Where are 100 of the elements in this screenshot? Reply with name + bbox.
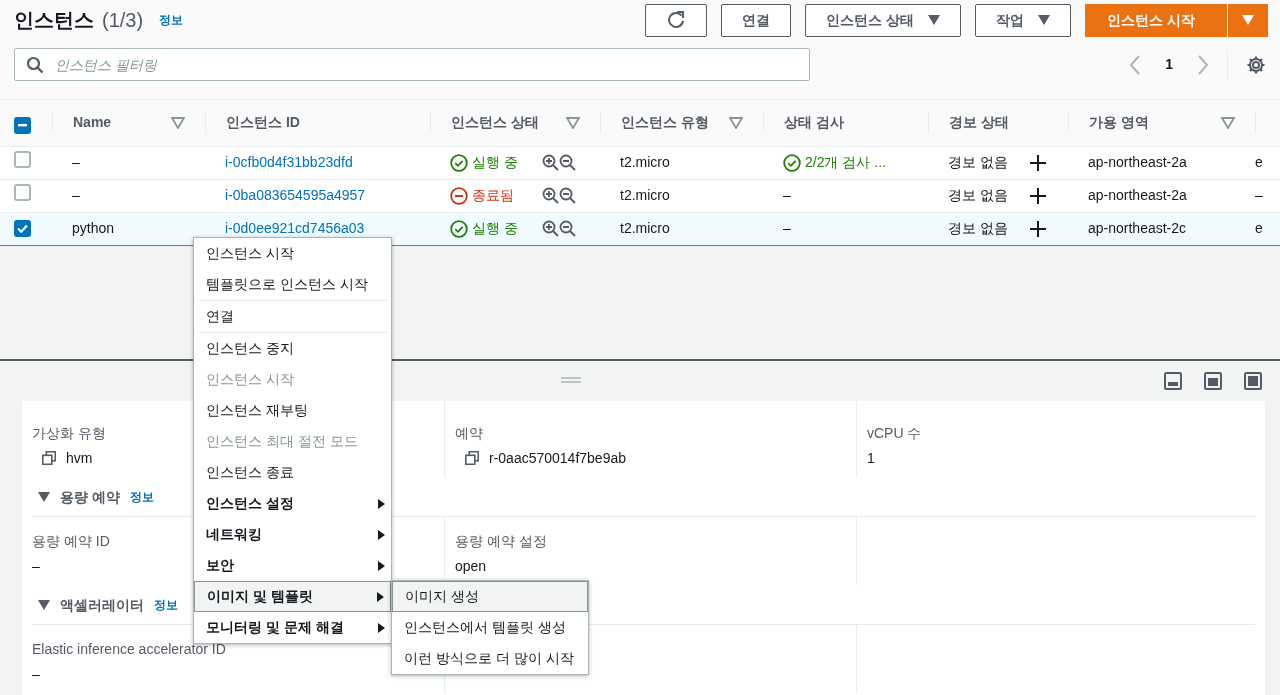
launch-dropdown-button[interactable] xyxy=(1227,3,1268,37)
plus-icon[interactable] xyxy=(1030,154,1046,171)
expand-triangle-icon[interactable] xyxy=(38,492,50,502)
field-value: – xyxy=(32,556,40,576)
column-header[interactable]: 가용 영역 xyxy=(1089,112,1149,134)
filter-field[interactable]: 인스턴스 필터링 xyxy=(14,48,810,81)
field-label: 예약 xyxy=(455,423,483,443)
field-label: 용량 예약 설정 xyxy=(455,531,547,551)
table-cell: e xyxy=(1255,220,1263,236)
plus-icon[interactable] xyxy=(1030,187,1046,204)
table-cell: t2.micro xyxy=(600,212,763,245)
refresh-button[interactable] xyxy=(645,3,708,37)
column-header[interactable]: 상태 검사 xyxy=(784,112,844,134)
select-all-checkbox[interactable] xyxy=(14,116,31,134)
menu-item[interactable]: 보안 xyxy=(194,550,391,581)
dropdown-button[interactable]: 작업 xyxy=(975,3,1072,37)
caret-icon xyxy=(1038,15,1051,25)
menu-item[interactable]: 네트워킹 xyxy=(194,519,391,550)
search-icon xyxy=(26,56,44,74)
field-value: – xyxy=(32,664,40,684)
table-cell: – xyxy=(52,146,205,179)
table-cell: python xyxy=(52,212,205,245)
menu-item[interactable]: 인스턴스 재부팅 xyxy=(194,395,391,426)
panel-full-icon[interactable] xyxy=(1244,371,1262,390)
sort-icon[interactable] xyxy=(566,116,580,129)
refresh-icon xyxy=(666,10,687,30)
table-cell: – xyxy=(52,179,205,212)
row-checkbox[interactable] xyxy=(14,220,31,237)
copy-icon[interactable] xyxy=(42,451,56,465)
menu-item[interactable]: 인스턴스에서 템플릿 생성 xyxy=(392,612,588,643)
minus-circle-icon xyxy=(450,186,468,205)
dropdown-button[interactable]: 인스턴스 상태 xyxy=(805,3,962,37)
menu-item[interactable]: 템플릿으로 인스턴스 시작 xyxy=(194,269,391,300)
expand-triangle-icon[interactable] xyxy=(38,600,50,610)
menu-item[interactable]: 이미지 및 템플릿 xyxy=(194,581,391,612)
menu-item[interactable]: 인스턴스 종료 xyxy=(194,457,391,488)
table-cell: ap-northeast-2a xyxy=(1068,179,1255,212)
table-cell: ap-northeast-2c xyxy=(1068,212,1255,245)
caret-icon xyxy=(928,15,941,25)
field-value: hvm xyxy=(66,448,93,468)
status-text: 실행 중 xyxy=(472,219,518,238)
info-link[interactable]: 정보 xyxy=(129,488,154,506)
settings-icon[interactable] xyxy=(1246,54,1266,75)
column-header[interactable]: Name xyxy=(73,112,112,134)
instance-id-link[interactable]: i-0cfb0d4f31bb23dfd xyxy=(205,146,430,179)
table-cell: – xyxy=(783,187,791,203)
zoom-out-icon[interactable] xyxy=(559,220,576,237)
field-value: r-0aac570014f7be9ab xyxy=(489,448,626,468)
field-value: open xyxy=(455,556,487,576)
zoom-out-icon[interactable] xyxy=(559,187,576,204)
check-circle-icon xyxy=(450,153,468,172)
zoom-in-icon[interactable] xyxy=(542,154,559,171)
drag-handle-icon[interactable] xyxy=(561,376,581,383)
sort-icon[interactable] xyxy=(171,116,185,129)
table-cell: t2.micro xyxy=(600,179,763,212)
menu-item[interactable]: 모니터링 및 문제 해결 xyxy=(194,612,391,643)
row-checkbox[interactable] xyxy=(14,151,31,168)
zoom-in-icon[interactable] xyxy=(542,187,559,204)
instance-count: (1/3) xyxy=(102,8,144,33)
zoom-out-icon[interactable] xyxy=(559,154,576,171)
submenu-arrow-icon xyxy=(378,560,385,571)
menu-item[interactable]: 이런 방식으로 더 많이 시작 xyxy=(392,643,588,674)
table-cell: t2.micro xyxy=(600,146,763,179)
sort-icon[interactable] xyxy=(1221,116,1235,129)
alarm-status-text: 경보 없음 xyxy=(948,186,1008,205)
menu-item[interactable]: 연결 xyxy=(194,301,391,332)
info-link[interactable]: 정보 xyxy=(159,11,184,29)
section-title[interactable]: 용량 예약 xyxy=(60,486,120,508)
panel-middle-icon[interactable] xyxy=(1204,371,1222,390)
panel-bottom-icon[interactable] xyxy=(1164,371,1182,390)
field-value: 1 xyxy=(867,448,875,468)
column-header[interactable]: 인스턴스 ID xyxy=(226,112,300,134)
field-label: 용량 예약 ID xyxy=(32,531,110,551)
status-text: 실행 중 xyxy=(472,153,518,172)
page-number[interactable]: 1 xyxy=(1141,54,1197,75)
page-title: 인스턴스 xyxy=(14,8,94,33)
plus-icon[interactable] xyxy=(1030,220,1046,237)
zoom-in-icon[interactable] xyxy=(542,220,559,237)
indeterminate-mark-icon xyxy=(18,123,27,127)
menu-item[interactable]: 인스턴스 중지 xyxy=(194,333,391,364)
section-title[interactable]: 액셀러레이터 xyxy=(60,594,144,616)
caret-icon xyxy=(1242,15,1254,25)
field-label: vCPU 수 xyxy=(867,423,922,443)
menu-item[interactable]: 인스턴스 시작 xyxy=(194,238,391,269)
sort-icon[interactable] xyxy=(729,116,743,129)
menu-item[interactable]: 인스턴스 설정 xyxy=(194,488,391,519)
submenu-arrow-icon xyxy=(378,498,385,509)
submenu-arrow-icon xyxy=(377,591,384,602)
field-label: 가상화 유형 xyxy=(32,423,106,443)
info-link[interactable]: 정보 xyxy=(154,596,178,614)
connect-button[interactable]: 연결 xyxy=(721,3,792,37)
menu-item[interactable]: 이미지 생성 xyxy=(392,581,588,612)
row-checkbox[interactable] xyxy=(14,184,31,201)
copy-icon[interactable] xyxy=(465,451,479,465)
alarm-status-text: 경보 없음 xyxy=(948,153,1008,172)
table-cell: – xyxy=(783,220,791,236)
alarm-status-text: 경보 없음 xyxy=(948,219,1008,238)
table-cell: – xyxy=(1255,187,1263,203)
status-text: 종료됨 xyxy=(472,186,514,205)
instance-id-link[interactable]: i-0ba083654595a4957 xyxy=(205,179,430,212)
